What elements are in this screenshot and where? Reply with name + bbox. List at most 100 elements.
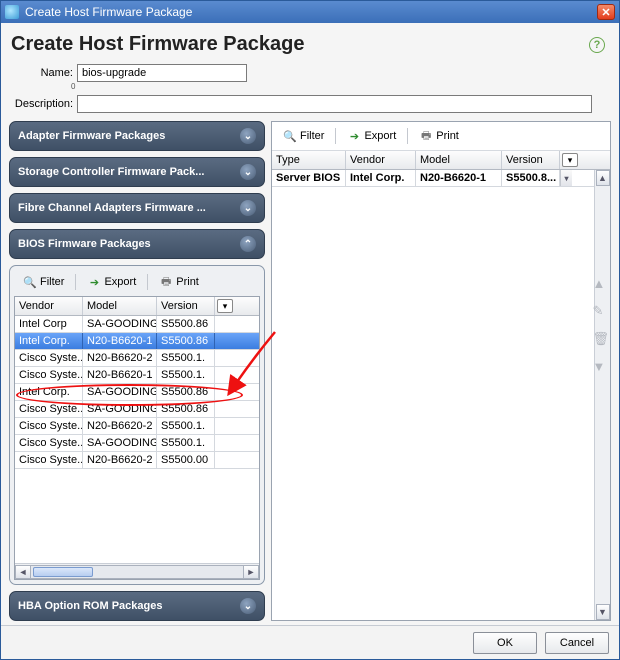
name-input[interactable] bbox=[77, 64, 247, 82]
cell-model: N20-B6620-2 bbox=[83, 418, 157, 434]
cell-model: SA-GOODING bbox=[83, 435, 157, 451]
table-row[interactable]: Cisco Syste...N20-B6620-1S5500.1. bbox=[15, 367, 259, 384]
cancel-button[interactable]: Cancel bbox=[545, 632, 609, 654]
close-button[interactable]: ✕ bbox=[597, 4, 615, 20]
chevron-down-icon: ⌄ bbox=[240, 200, 256, 216]
col-vendor[interactable]: Vendor bbox=[346, 151, 416, 169]
accordion-label: Adapter Firmware Packages bbox=[18, 130, 165, 142]
export-icon: ➔ bbox=[87, 275, 101, 289]
move-up-icon[interactable]: ▲ bbox=[592, 276, 609, 291]
export-label: Export bbox=[104, 276, 136, 288]
name-label: Name: bbox=[13, 67, 73, 79]
table-row[interactable]: Cisco Syste...SA-GOODINGS5500.1. bbox=[15, 435, 259, 452]
accordion-hba[interactable]: HBA Option ROM Packages ⌄ bbox=[9, 591, 265, 621]
accordion-storage[interactable]: Storage Controller Firmware Pack... ⌄ bbox=[9, 157, 265, 187]
column-options-button[interactable]: ▾ bbox=[562, 153, 578, 167]
scroll-up-button[interactable]: ▲ bbox=[596, 170, 610, 186]
table-row[interactable]: Cisco Syste...N20-B6620-2S5500.00 bbox=[15, 452, 259, 469]
col-model[interactable]: Model bbox=[83, 297, 157, 315]
print-icon: 🖶 bbox=[159, 275, 173, 289]
filter-button[interactable]: 🔍 Filter bbox=[276, 126, 331, 146]
cell-version: S5500.86 bbox=[157, 316, 215, 332]
cell-model: N20-B6620-1 bbox=[416, 170, 502, 186]
chevron-down-icon: ⌄ bbox=[240, 128, 256, 144]
accordion-bios[interactable]: BIOS Firmware Packages ⌃ bbox=[9, 229, 265, 259]
export-label: Export bbox=[364, 130, 396, 142]
cell-version: S5500.86 bbox=[157, 384, 215, 400]
description-input[interactable] bbox=[77, 95, 592, 113]
cell-version: S5500.86 bbox=[157, 401, 215, 417]
scroll-down-button[interactable]: ▼ bbox=[596, 604, 610, 620]
print-icon: 🖶 bbox=[419, 129, 433, 143]
bios-panel: 🔍 Filter ➔ Export 🖶 Print bbox=[9, 265, 265, 585]
col-version[interactable]: Version bbox=[157, 297, 215, 315]
accordion-adapter[interactable]: Adapter Firmware Packages ⌄ bbox=[9, 121, 265, 151]
app-icon bbox=[5, 5, 19, 19]
print-label: Print bbox=[436, 130, 459, 142]
table-row[interactable]: Intel Corp.N20-B6620-1S5500.86 bbox=[15, 333, 259, 350]
col-type[interactable]: Type bbox=[272, 151, 346, 169]
table-row[interactable]: Cisco Syste...N20-B6620-2S5500.1. bbox=[15, 350, 259, 367]
col-vendor[interactable]: Vendor bbox=[15, 297, 83, 315]
table-row[interactable]: Intel Corp.SA-GOODINGS5500.86 bbox=[15, 384, 259, 401]
cell-version: S5500.1. bbox=[157, 418, 215, 434]
h-scrollbar[interactable]: ◄ ► bbox=[15, 563, 259, 579]
name-indicator: 0 bbox=[67, 82, 619, 91]
table-row[interactable]: Intel CorpSA-GOODINGS5500.86 bbox=[15, 316, 259, 333]
table-row[interactable]: Cisco Syste...SA-GOODINGS5500.86 bbox=[15, 401, 259, 418]
scroll-track[interactable] bbox=[31, 565, 243, 579]
help-icon[interactable]: ? bbox=[589, 37, 605, 53]
dialog-footer: OK Cancel bbox=[1, 625, 619, 659]
main-area: Adapter Firmware Packages ⌄ Storage Cont… bbox=[1, 115, 619, 625]
move-down-icon[interactable]: ▼ bbox=[592, 359, 609, 374]
edit-icon[interactable]: ✎ bbox=[592, 303, 609, 319]
cell-version: S5500.86 bbox=[157, 333, 215, 349]
table-header: Vendor Model Version ▾ bbox=[15, 297, 259, 316]
export-button[interactable]: ➔ Export bbox=[340, 126, 403, 146]
cell-model: SA-GOODING bbox=[83, 316, 157, 332]
description-label: Description: bbox=[13, 98, 73, 110]
version-dropdown[interactable]: ▾ bbox=[560, 170, 572, 186]
scroll-thumb[interactable] bbox=[33, 567, 93, 577]
print-button[interactable]: 🖶 Print bbox=[152, 272, 206, 292]
col-model[interactable]: Model bbox=[416, 151, 502, 169]
cell-vendor: Cisco Syste... bbox=[15, 452, 83, 468]
v-scrollbar[interactable]: ▲ ▼ bbox=[594, 170, 610, 620]
accordion-label: Storage Controller Firmware Pack... bbox=[18, 166, 204, 178]
dialog-header: Create Host Firmware Package ? bbox=[1, 23, 619, 62]
dialog-window: Create Host Firmware Package ✕ Create Ho… bbox=[0, 0, 620, 660]
table-row[interactable]: Server BIOSIntel Corp.N20-B6620-1S5500.8… bbox=[272, 170, 610, 187]
scroll-right-button[interactable]: ► bbox=[243, 565, 259, 579]
ok-button[interactable]: OK bbox=[473, 632, 537, 654]
name-row: Name: bbox=[1, 62, 619, 84]
delete-icon[interactable]: 🗑 bbox=[592, 331, 609, 347]
cell-vendor: Intel Corp. bbox=[15, 333, 83, 349]
filter-icon: 🔍 bbox=[283, 129, 297, 143]
cell-version: S5500.1. bbox=[157, 350, 215, 366]
col-version[interactable]: Version bbox=[502, 151, 560, 169]
left-toolbar: 🔍 Filter ➔ Export 🖶 Print bbox=[14, 270, 260, 296]
cell-model: N20-B6620-2 bbox=[83, 350, 157, 366]
accordion-fibre[interactable]: Fibre Channel Adapters Firmware ... ⌄ bbox=[9, 193, 265, 223]
cell-model: SA-GOODING bbox=[83, 401, 157, 417]
chevron-down-icon: ⌄ bbox=[240, 164, 256, 180]
scroll-left-button[interactable]: ◄ bbox=[15, 565, 31, 579]
print-button[interactable]: 🖶 Print bbox=[412, 126, 466, 146]
column-options-button[interactable]: ▾ bbox=[217, 299, 233, 313]
filter-label: Filter bbox=[300, 130, 324, 142]
export-icon: ➔ bbox=[347, 129, 361, 143]
scroll-track[interactable] bbox=[595, 186, 610, 604]
cell-version: S5500.1. bbox=[157, 435, 215, 451]
right-toolbar: 🔍 Filter ➔ Export 🖶 Print bbox=[272, 122, 610, 151]
chevron-up-icon: ⌃ bbox=[240, 236, 256, 252]
accordion-label: Fibre Channel Adapters Firmware ... bbox=[18, 202, 206, 214]
table-body: Intel CorpSA-GOODINGS5500.86Intel Corp.N… bbox=[15, 316, 259, 563]
window-title: Create Host Firmware Package bbox=[25, 5, 597, 19]
filter-icon: 🔍 bbox=[23, 275, 37, 289]
filter-button[interactable]: 🔍 Filter bbox=[16, 272, 71, 292]
description-row: Description: bbox=[1, 93, 619, 115]
cell-model: N20-B6620-1 bbox=[83, 333, 157, 349]
table-row[interactable]: Cisco Syste...N20-B6620-2S5500.1. bbox=[15, 418, 259, 435]
separator bbox=[335, 128, 336, 144]
export-button[interactable]: ➔ Export bbox=[80, 272, 143, 292]
